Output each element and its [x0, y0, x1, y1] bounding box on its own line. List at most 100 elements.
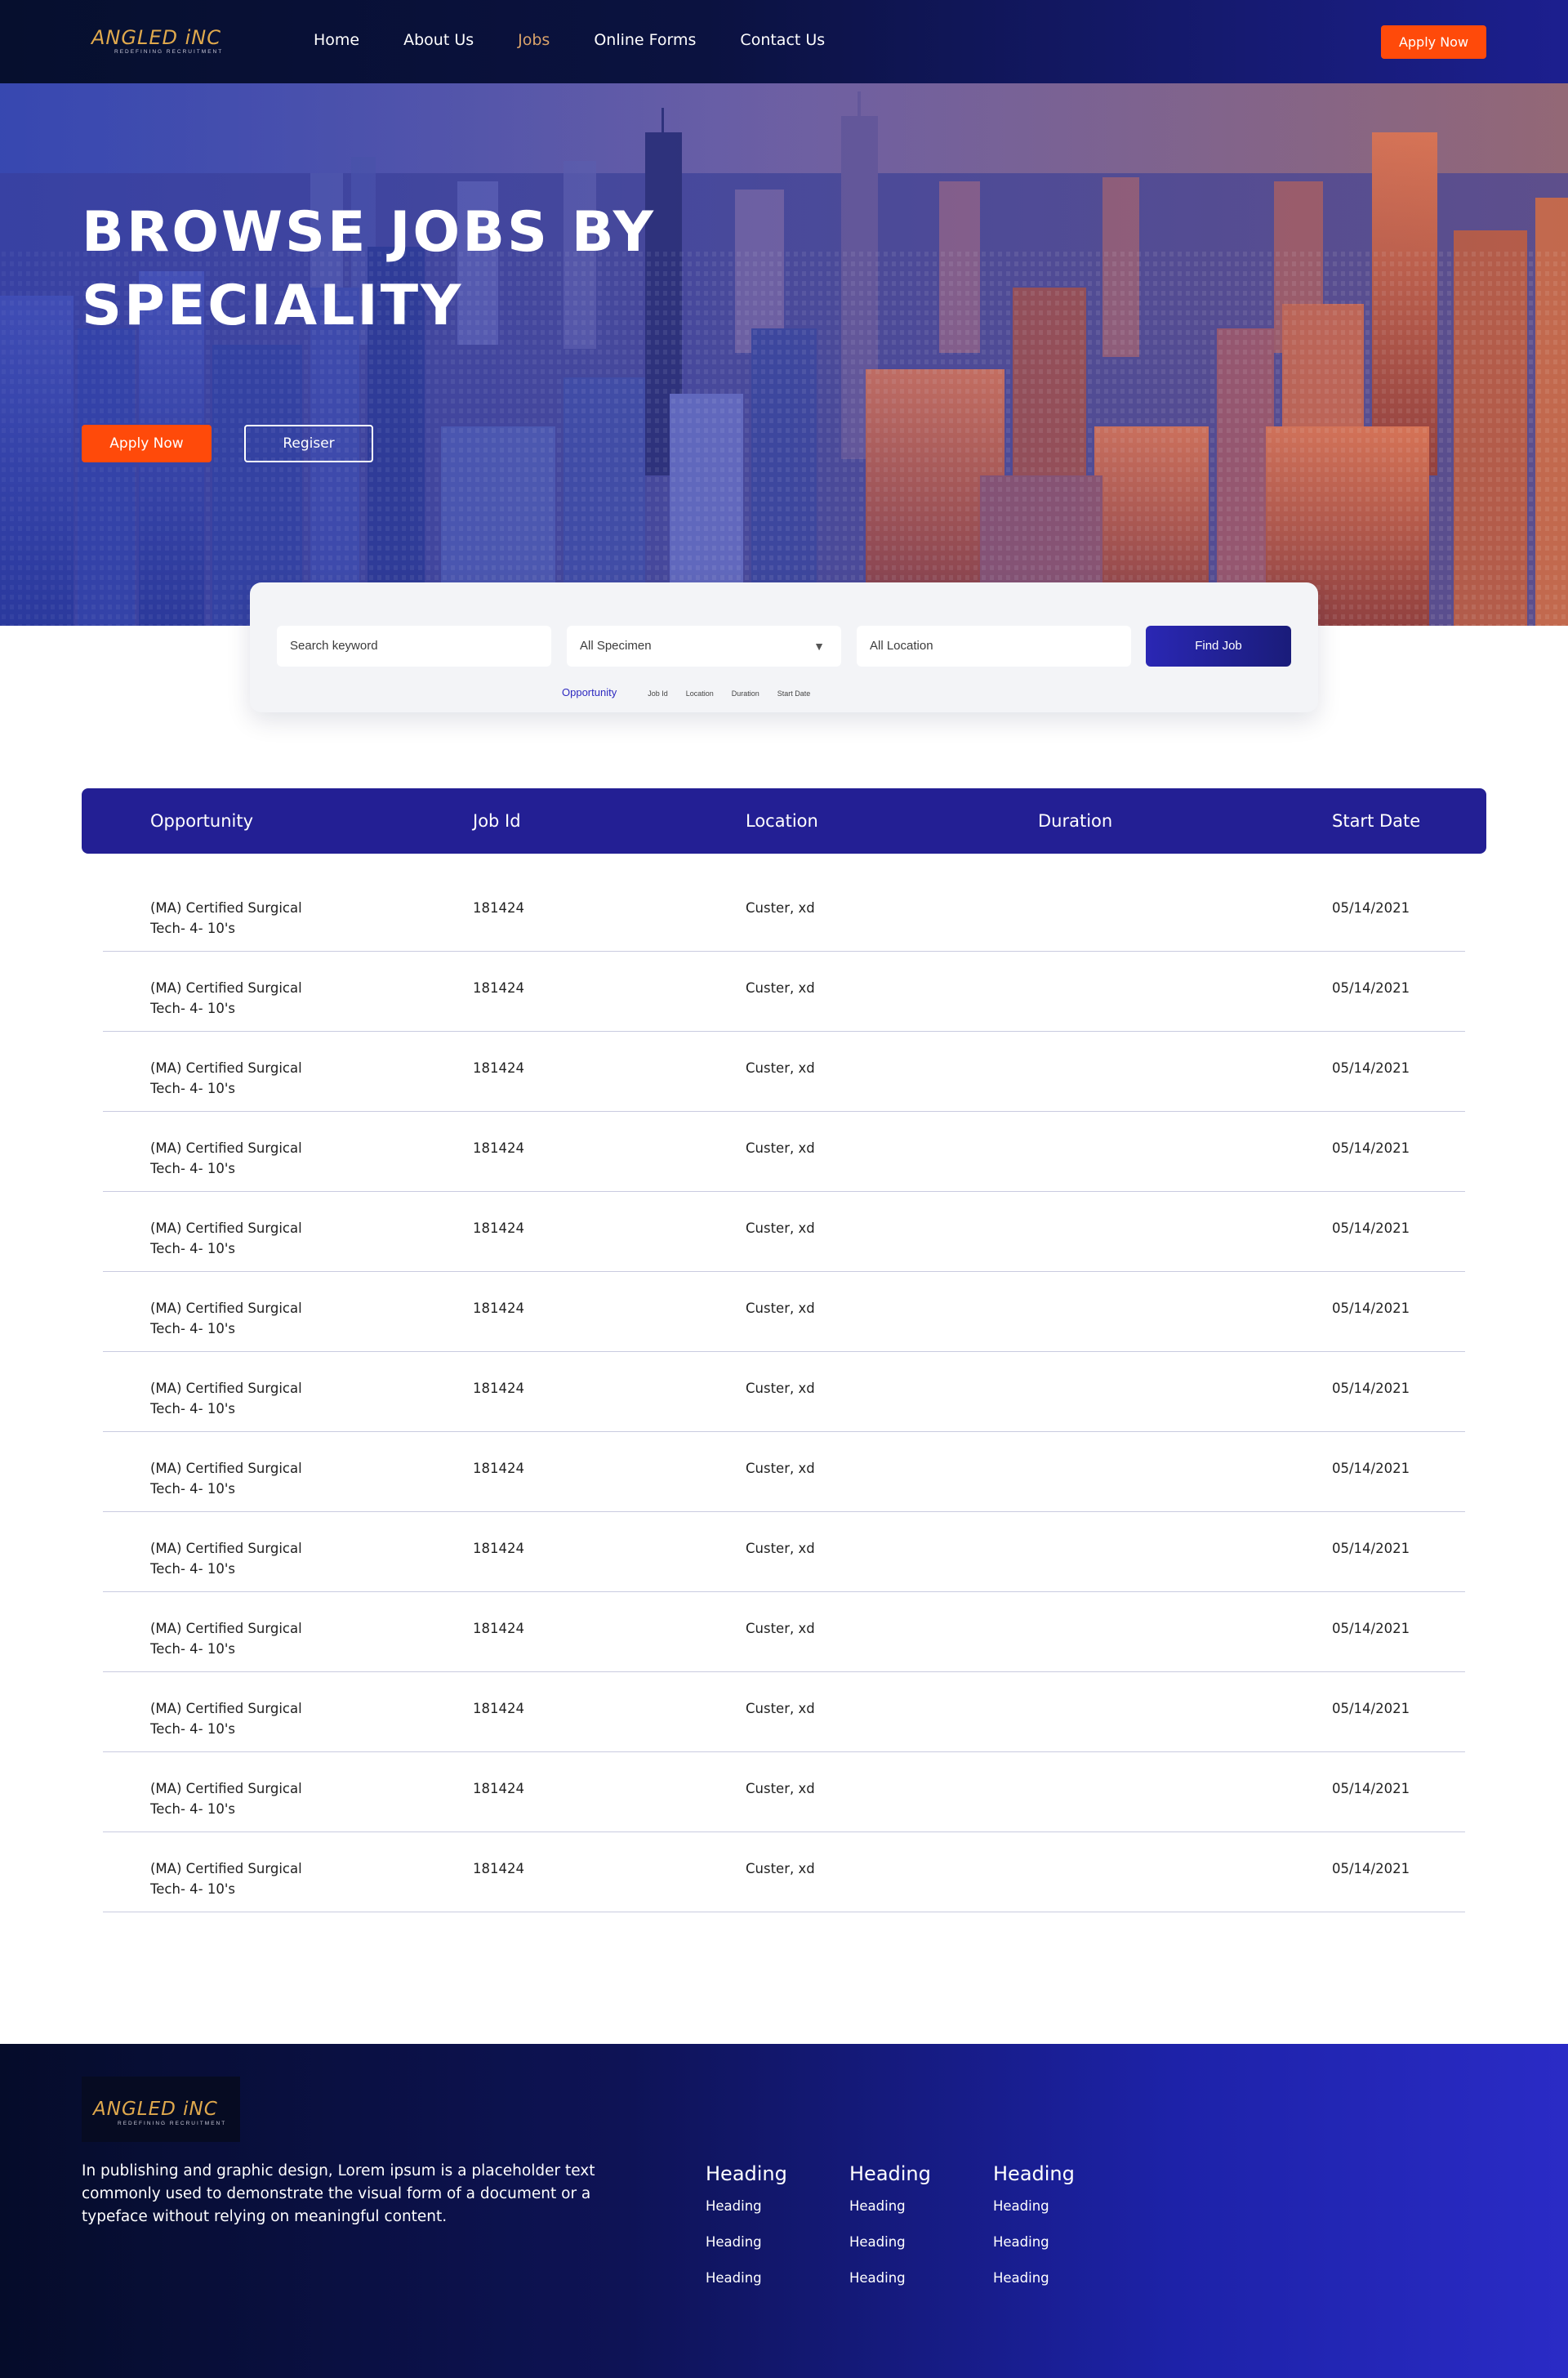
column-header-job-id[interactable]: Job Id [473, 788, 521, 854]
location-input[interactable]: All Location [857, 626, 1131, 667]
column-header-start-date[interactable]: Start Date [1332, 788, 1420, 854]
opportunity-title-line-1: (MA) Certified Surgical [150, 1301, 302, 1316]
filter-tab-start-date[interactable]: Start Date [777, 689, 811, 698]
opportunity-title-line-1: (MA) Certified Surgical [150, 1220, 302, 1236]
table-row[interactable]: (MA) Certified Surgical Tech- 4- 10's 1814… [103, 1752, 1465, 1832]
opportunity-cell: (MA) Certified Surgical Tech- 4- 10's [150, 1378, 363, 1419]
opportunity-title-line-1: (MA) Certified Surgical [150, 1781, 302, 1796]
filter-tab-job-id[interactable]: Job Id [648, 689, 668, 698]
start-date-cell: 05/14/2021 [1332, 1060, 1410, 1076]
start-date-cell: 05/14/2021 [1332, 1461, 1410, 1476]
table-row[interactable]: (MA) Certified Surgical Tech- 4- 10's 1814… [103, 1032, 1465, 1112]
filter-tab-duration[interactable]: Duration [732, 689, 760, 698]
location-cell: Custer, xd [746, 1301, 815, 1316]
location-cell: Custer, xd [746, 1381, 815, 1396]
table-row[interactable]: (MA) Certified Surgical Tech- 4- 10's 1814… [103, 1672, 1465, 1752]
nav-item-home[interactable]: Home [314, 31, 359, 49]
opportunity-title-line-1: (MA) Certified Surgical [150, 1701, 302, 1716]
table-row[interactable]: (MA) Certified Surgical Tech- 4- 10's 1814… [103, 1832, 1465, 1912]
column-header-location[interactable]: Location [746, 788, 818, 854]
job-id-cell: 181424 [473, 1220, 524, 1236]
footer-link[interactable]: Heading [849, 2197, 931, 2215]
brand-logo[interactable]: ANGLED iNC REDEFINING RECRUITMENT [91, 28, 238, 56]
opportunity-cell: (MA) Certified Surgical Tech- 4- 10's [150, 898, 363, 939]
footer-link[interactable]: Heading [849, 2233, 931, 2251]
location-cell: Custer, xd [746, 900, 815, 916]
location-cell: Custer, xd [746, 1140, 815, 1156]
table-row[interactable]: (MA) Certified Surgical Tech- 4- 10's 1814… [103, 1432, 1465, 1512]
footer-link[interactable]: Heading [706, 2197, 787, 2215]
footer-column-heading: Heading [993, 2162, 1075, 2185]
table-row[interactable]: (MA) Certified Surgical Tech- 4- 10's 1814… [103, 1272, 1465, 1352]
opportunity-title-line-1: (MA) Certified Surgical [150, 980, 302, 996]
hero-color-overlay [0, 83, 1568, 626]
footer-description: In publishing and graphic design, Lorem … [82, 2162, 595, 2225]
table-row[interactable]: (MA) Certified Surgical Tech- 4- 10's 1814… [103, 1592, 1465, 1672]
footer-link[interactable]: Heading [993, 2269, 1075, 2287]
table-row[interactable]: (MA) Certified Surgical Tech- 4- 10's 1814… [103, 1192, 1465, 1272]
opportunity-title-line-2: Tech- 4- 10's [150, 1401, 235, 1417]
footer-brand-logo[interactable]: ANGLED iNC REDEFINING RECRUITMENT [82, 2077, 240, 2142]
footer-link[interactable]: Heading [706, 2269, 787, 2287]
location-cell: Custer, xd [746, 1701, 815, 1716]
filter-tab-location[interactable]: Location [686, 689, 714, 698]
start-date-cell: 05/14/2021 [1332, 1621, 1410, 1636]
jobs-table-header: Opportunity Job Id Location Duration Sta… [82, 788, 1486, 854]
footer-column-2: Heading Heading Heading Heading [849, 2160, 931, 2305]
column-header-duration[interactable]: Duration [1038, 788, 1112, 854]
specimen-select[interactable]: All Specimen ▼ [567, 626, 841, 667]
footer-column-1: Heading Heading Heading Heading [706, 2160, 787, 2305]
job-id-cell: 181424 [473, 1060, 524, 1076]
main-nav: Home About Us Jobs Online Forms Contact … [314, 31, 869, 49]
footer-column-heading: Heading [849, 2162, 931, 2185]
location-cell: Custer, xd [746, 980, 815, 996]
start-date-cell: 05/14/2021 [1332, 1301, 1410, 1316]
opportunity-title-line-1: (MA) Certified Surgical [150, 1621, 302, 1636]
opportunity-title-line-1: (MA) Certified Surgical [150, 1140, 302, 1156]
opportunity-title-line-2: Tech- 4- 10's [150, 1241, 235, 1256]
nav-item-contact-us[interactable]: Contact Us [740, 31, 825, 49]
footer-link[interactable]: Heading [993, 2197, 1075, 2215]
brand-logo-text: ANGLED iNC [91, 26, 221, 49]
opportunity-title-line-2: Tech- 4- 10's [150, 1721, 235, 1737]
top-navigation-bar: ANGLED iNC REDEFINING RECRUITMENT Home A… [0, 0, 1568, 83]
footer-link[interactable]: Heading [993, 2233, 1075, 2251]
start-date-cell: 05/14/2021 [1332, 1541, 1410, 1556]
opportunity-title-line-1: (MA) Certified Surgical [150, 1060, 302, 1076]
nav-item-jobs[interactable]: Jobs [518, 31, 550, 49]
search-keyword-input[interactable]: Search keyword [277, 626, 551, 667]
footer-link[interactable]: Heading [849, 2269, 931, 2287]
job-id-cell: 181424 [473, 1541, 524, 1556]
find-job-button[interactable]: Find Job [1146, 626, 1291, 667]
location-cell: Custer, xd [746, 1461, 815, 1476]
opportunity-title-line-2: Tech- 4- 10's [150, 1881, 235, 1897]
table-row[interactable]: (MA) Certified Surgical Tech- 4- 10's 1814… [103, 872, 1465, 952]
table-row[interactable]: (MA) Certified Surgical Tech- 4- 10's 1814… [103, 1512, 1465, 1592]
footer-link[interactable]: Heading [706, 2233, 787, 2251]
filter-tab-opportunity[interactable]: Opportunity [562, 686, 617, 698]
opportunity-title-line-1: (MA) Certified Surgical [150, 1861, 302, 1876]
hero-banner: BROWSE JOBS BY SPECIALITY Apply Now Regi… [0, 83, 1568, 626]
nav-item-about-us[interactable]: About Us [403, 31, 474, 49]
job-id-cell: 181424 [473, 1861, 524, 1876]
opportunity-cell: (MA) Certified Surgical Tech- 4- 10's [150, 1778, 363, 1819]
opportunity-title-line-1: (MA) Certified Surgical [150, 1461, 302, 1476]
triangle-down-icon: ▼ [813, 640, 825, 653]
start-date-cell: 05/14/2021 [1332, 900, 1410, 916]
opportunity-cell: (MA) Certified Surgical Tech- 4- 10's [150, 1138, 363, 1179]
job-id-cell: 181424 [473, 900, 524, 916]
table-row[interactable]: (MA) Certified Surgical Tech- 4- 10's 1814… [103, 952, 1465, 1032]
header-apply-now-button[interactable]: Apply Now [1381, 25, 1486, 59]
start-date-cell: 05/14/2021 [1332, 1701, 1410, 1716]
start-date-cell: 05/14/2021 [1332, 1140, 1410, 1156]
location-cell: Custer, xd [746, 1781, 815, 1796]
start-date-cell: 05/14/2021 [1332, 1381, 1410, 1396]
table-row[interactable]: (MA) Certified Surgical Tech- 4- 10's 1814… [103, 1112, 1465, 1192]
table-row[interactable]: (MA) Certified Surgical Tech- 4- 10's 1814… [103, 1352, 1465, 1432]
opportunity-title-line-2: Tech- 4- 10's [150, 1561, 235, 1577]
hero-apply-now-button[interactable]: Apply Now [82, 425, 212, 462]
column-header-opportunity[interactable]: Opportunity [150, 788, 253, 854]
hero-register-button[interactable]: Regiser [244, 425, 373, 462]
nav-item-online-forms[interactable]: Online Forms [594, 31, 696, 49]
opportunity-cell: (MA) Certified Surgical Tech- 4- 10's [150, 1858, 363, 1899]
